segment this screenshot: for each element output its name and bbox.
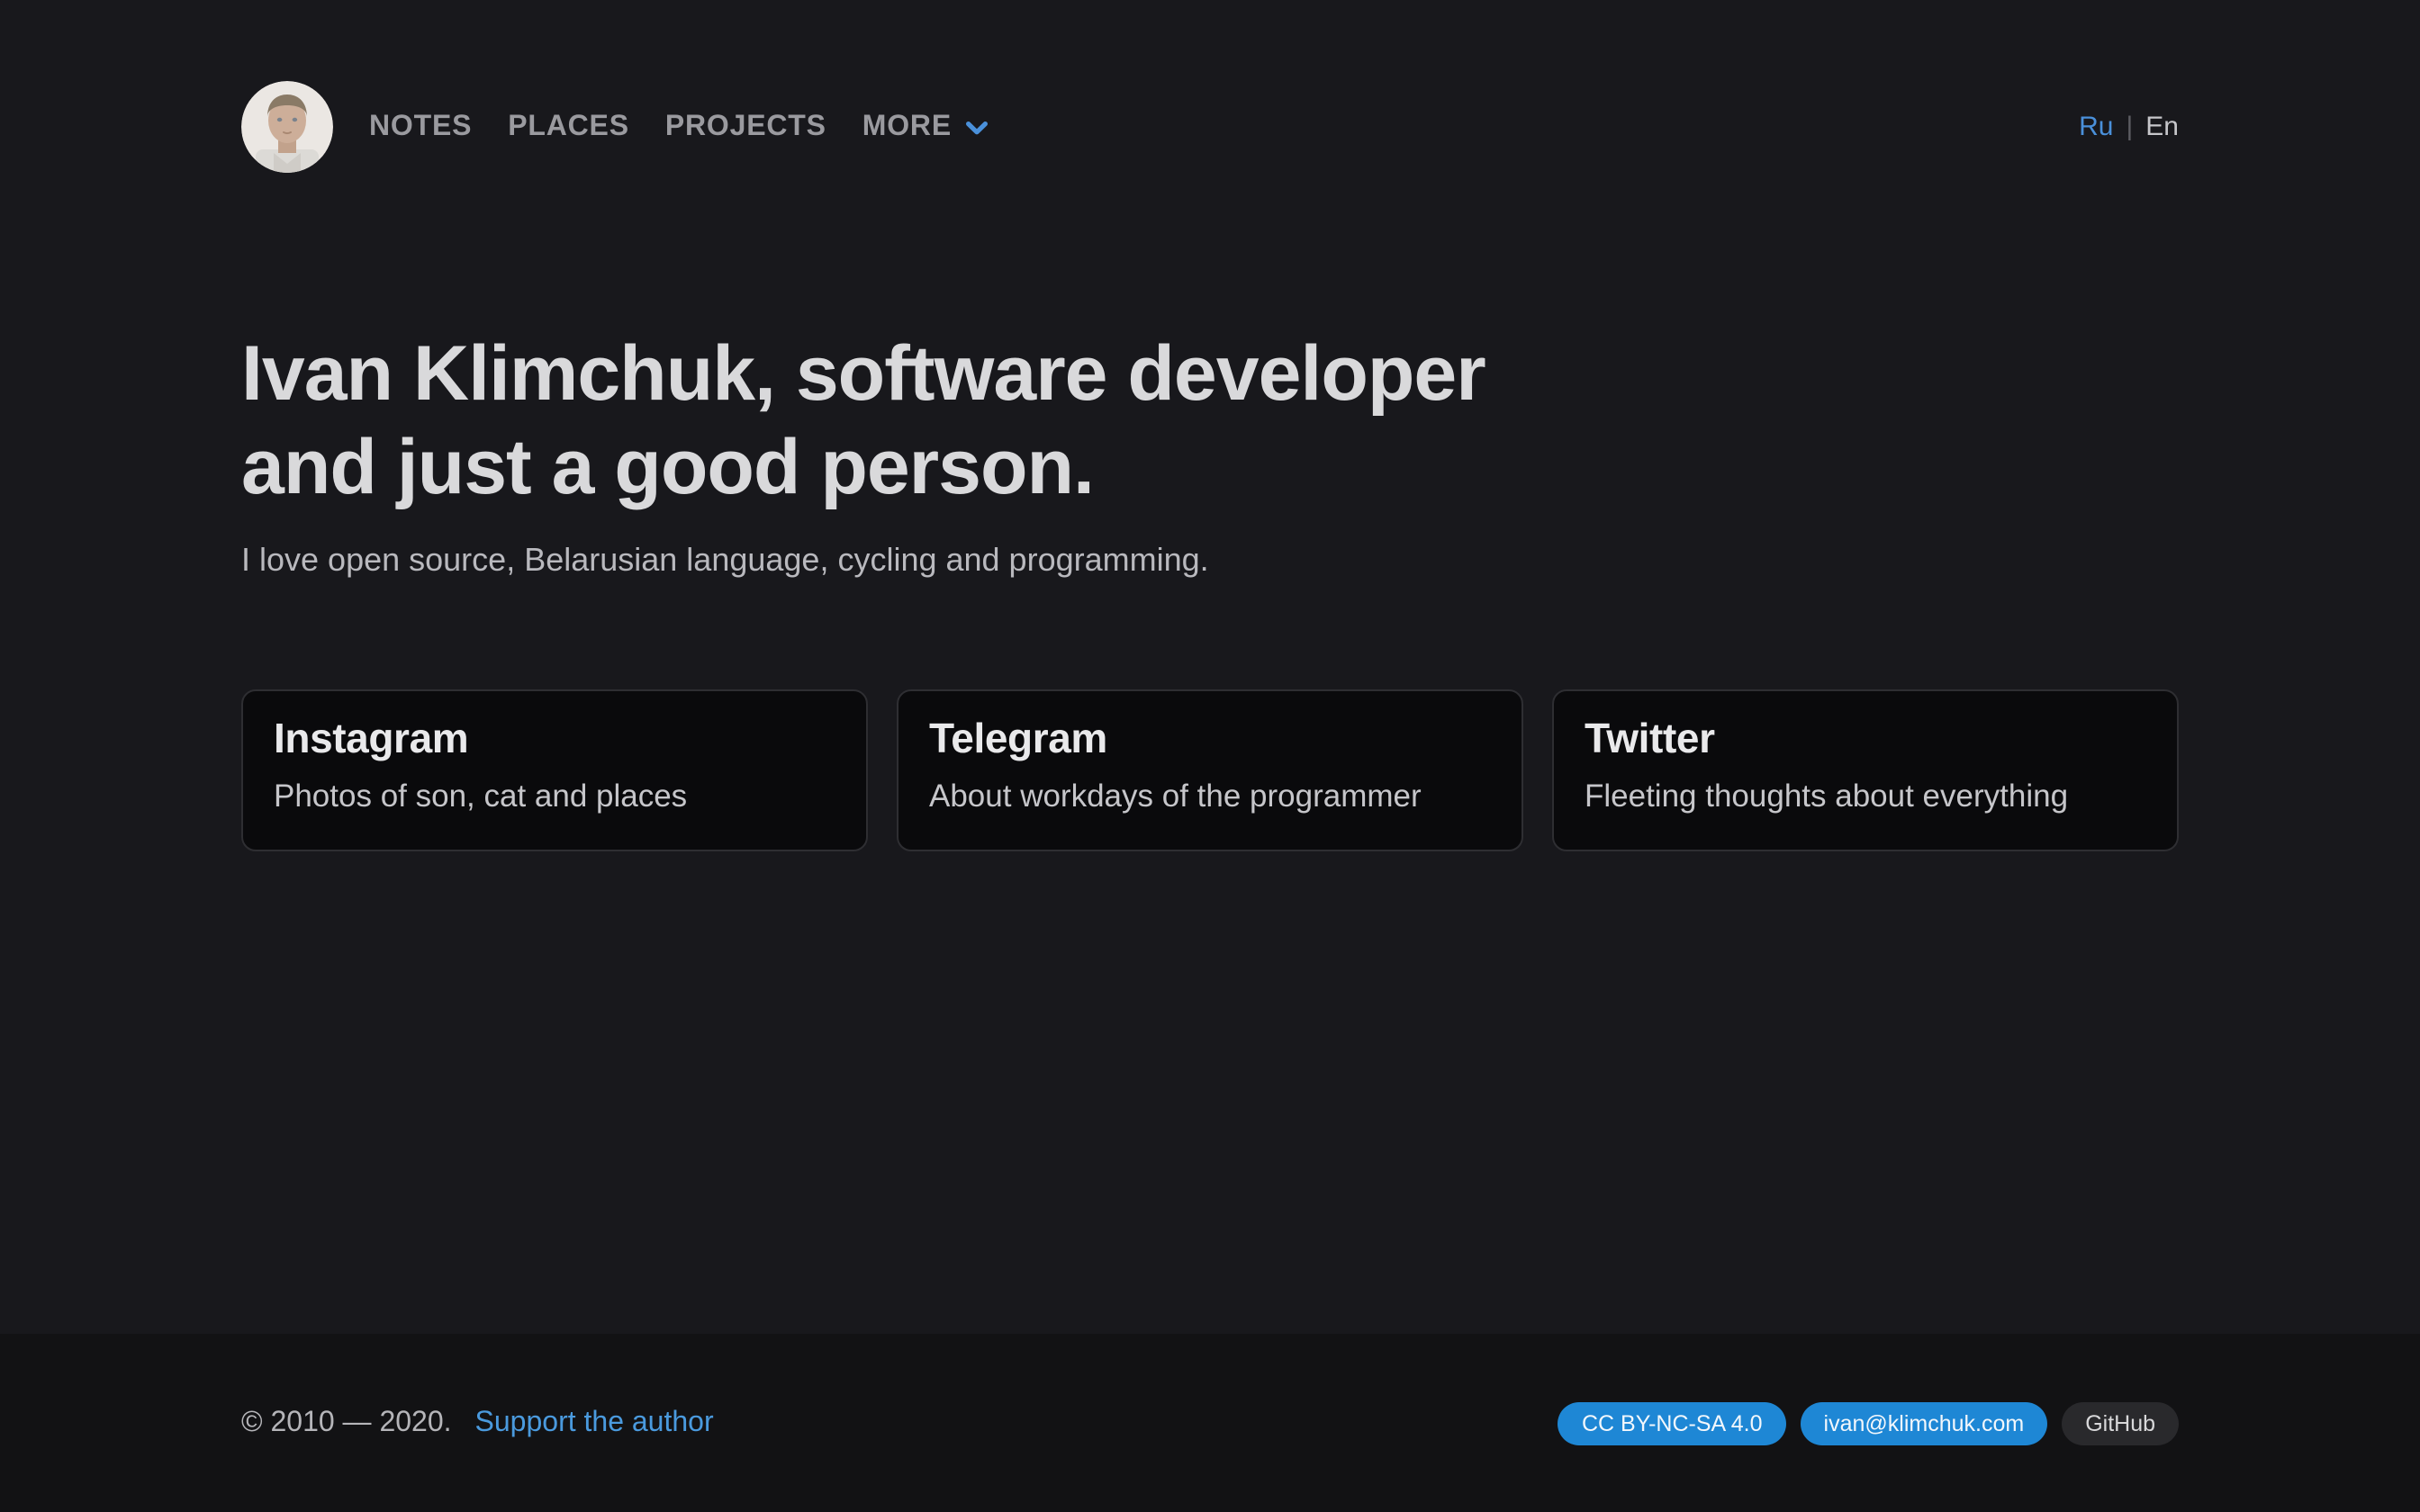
support-author-link[interactable]: Support the author [475, 1407, 714, 1439]
card-twitter-description: Fleeting thoughts about everything [1585, 778, 2146, 815]
card-telegram-description: About workdays of the programmer [929, 778, 1491, 815]
nav-item-projects[interactable]: PROJECTS [665, 111, 826, 143]
card-instagram[interactable]: Instagram Photos of son, cat and places [241, 689, 868, 851]
footer: © 2010 — 2020. Support the author CC BY-… [0, 1334, 2420, 1512]
nav-item-notes[interactable]: NOTES [369, 111, 472, 143]
card-instagram-description: Photos of son, cat and places [274, 778, 835, 815]
page-title-line1: Ivan Klimchuk, software developer [241, 328, 2179, 421]
hero-section: Ivan Klimchuk, software developer and ju… [241, 328, 2179, 580]
email-badge[interactable]: ivan@klimchuk.com [1801, 1401, 2048, 1444]
footer-left: © 2010 — 2020. Support the author [241, 1407, 714, 1439]
card-twitter-title: Twitter [1585, 715, 2146, 763]
page-title: Ivan Klimchuk, software developer and ju… [241, 328, 2179, 515]
avatar-photo-icon [241, 81, 333, 173]
header: NOTES PLACES PROJECTS MORE Ru | En [0, 0, 2420, 173]
card-telegram-title: Telegram [929, 715, 1491, 763]
page-title-line2: and just a good person. [241, 421, 2179, 515]
card-instagram-title: Instagram [274, 715, 835, 763]
nav-item-more[interactable]: MORE [862, 109, 988, 145]
footer-badges: CC BY-NC-SA 4.0 ivan@klimchuk.com GitHub [1558, 1401, 2179, 1444]
lang-divider: | [2126, 112, 2133, 142]
license-badge[interactable]: CC BY-NC-SA 4.0 [1558, 1401, 1786, 1444]
nav-more-label: MORE [862, 111, 952, 143]
page: NOTES PLACES PROJECTS MORE Ru | En [0, 0, 2420, 1512]
language-switcher: Ru | En [2079, 112, 2179, 142]
github-badge[interactable]: GitHub [2062, 1401, 2179, 1444]
chevron-down-icon [964, 112, 988, 145]
card-twitter[interactable]: Twitter Fleeting thoughts about everythi… [1552, 689, 2179, 851]
main-nav: NOTES PLACES PROJECTS MORE [369, 109, 1024, 145]
lang-current-en: En [2145, 112, 2179, 142]
hero-subtitle: I love open source, Belarusian language,… [241, 542, 2179, 580]
avatar[interactable] [241, 81, 333, 173]
nav-item-places[interactable]: PLACES [508, 111, 629, 143]
social-cards: Instagram Photos of son, cat and places … [241, 689, 2179, 851]
card-telegram[interactable]: Telegram About workdays of the programme… [897, 689, 1523, 851]
lang-link-ru[interactable]: Ru [2079, 112, 2113, 142]
main-content: Ivan Klimchuk, software developer and ju… [0, 173, 2420, 1334]
copyright-text: © 2010 — 2020. [241, 1407, 452, 1439]
